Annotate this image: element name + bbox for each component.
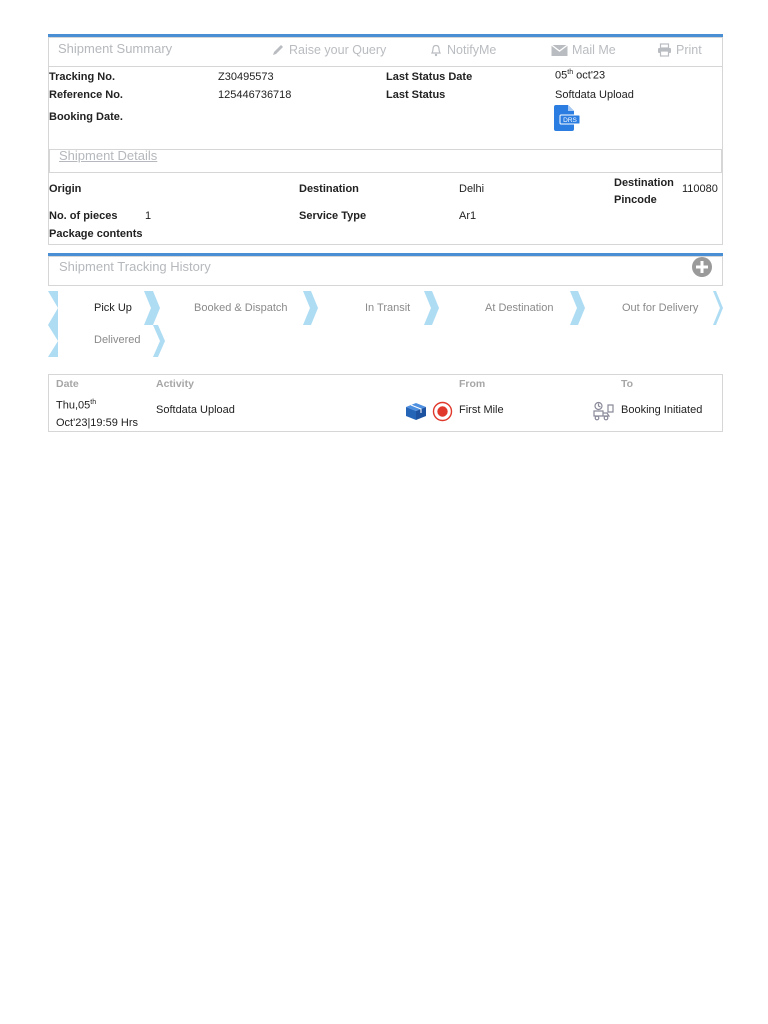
mail-label: Mail Me xyxy=(572,43,616,57)
drs-document-icon[interactable]: DRS xyxy=(554,105,582,136)
step-booked-dispatch[interactable]: Booked & Dispatch xyxy=(194,302,288,314)
summary-title: Shipment Summary xyxy=(58,41,173,56)
bell-icon xyxy=(431,44,441,57)
envelope-icon xyxy=(551,43,568,56)
record-dot-icon xyxy=(432,401,453,422)
origin-label: Origin xyxy=(49,183,82,195)
pieces-value: 1 xyxy=(145,210,152,222)
row-from: First Mile xyxy=(459,404,504,416)
last-status-date-value: 05th oct'23 xyxy=(555,69,606,82)
destination-label: Destination xyxy=(299,183,359,195)
booking-truck-icon xyxy=(593,401,614,421)
pencil-icon xyxy=(273,45,283,55)
row-to: Booking Initiated xyxy=(621,404,703,416)
col-date-header: Date xyxy=(56,378,79,390)
pieces-label: No. of pieces xyxy=(49,210,118,222)
reference-no-label: Reference No. xyxy=(49,89,123,101)
raise-query-label: Raise your Query xyxy=(289,43,387,57)
service-type-value: Ar1 xyxy=(459,210,477,222)
package-box-icon xyxy=(406,403,426,420)
chevron-start xyxy=(48,291,58,325)
service-type-label: Service Type xyxy=(299,210,367,222)
row-activity: Softdata Upload xyxy=(156,404,235,416)
chevron-start-2 xyxy=(48,325,58,357)
destination-value: Delhi xyxy=(459,183,485,195)
details-title[interactable]: Shipment Details xyxy=(59,148,157,163)
chevron-5 xyxy=(713,291,723,325)
dest-pincode-label: Destination Pincode xyxy=(614,177,674,206)
chevron-2 xyxy=(303,291,318,325)
expand-plus-icon[interactable] xyxy=(691,256,713,283)
col-from-header: From xyxy=(459,378,486,390)
col-to-header: To xyxy=(621,378,634,390)
printer-icon xyxy=(658,43,671,57)
last-status-label: Last Status xyxy=(386,89,446,101)
history-title: Shipment Tracking History xyxy=(59,259,211,274)
notify-button[interactable]: NotifyMe xyxy=(429,43,496,57)
step-at-destination[interactable]: At Destination xyxy=(485,302,553,314)
chevron-6 xyxy=(153,325,165,357)
last-status-date-label: Last Status Date xyxy=(386,71,473,83)
row-date: Thu,05th Oct'23|19:59 Hrs xyxy=(56,399,138,429)
tracking-no-label: Tracking No. xyxy=(49,71,116,83)
reference-no-value: 125446736718 xyxy=(218,89,292,101)
notify-label: NotifyMe xyxy=(447,43,497,57)
dest-pincode-value: 110080 xyxy=(682,183,718,195)
chevron-1 xyxy=(144,291,160,325)
mail-button[interactable]: Mail Me xyxy=(551,43,616,57)
print-label: Print xyxy=(676,43,702,57)
col-activity-header: Activity xyxy=(156,378,194,390)
tracking-no-value: Z30495573 xyxy=(218,71,274,83)
step-in-transit[interactable]: In Transit xyxy=(365,302,410,314)
chevron-4 xyxy=(570,291,585,325)
raise-query-button[interactable]: Raise your Query xyxy=(271,43,386,57)
print-button[interactable]: Print xyxy=(657,43,702,57)
drs-badge-text: DRS xyxy=(563,117,577,124)
step-pick-up[interactable]: Pick Up xyxy=(94,302,132,314)
chevron-3 xyxy=(424,291,439,325)
last-status-value: Softdata Upload xyxy=(555,89,634,101)
package-contents-label: Package contents xyxy=(49,228,143,240)
step-out-for-delivery[interactable]: Out for Delivery xyxy=(622,302,698,314)
step-delivered[interactable]: Delivered xyxy=(94,334,140,346)
booking-date-label: Booking Date. xyxy=(49,111,123,123)
